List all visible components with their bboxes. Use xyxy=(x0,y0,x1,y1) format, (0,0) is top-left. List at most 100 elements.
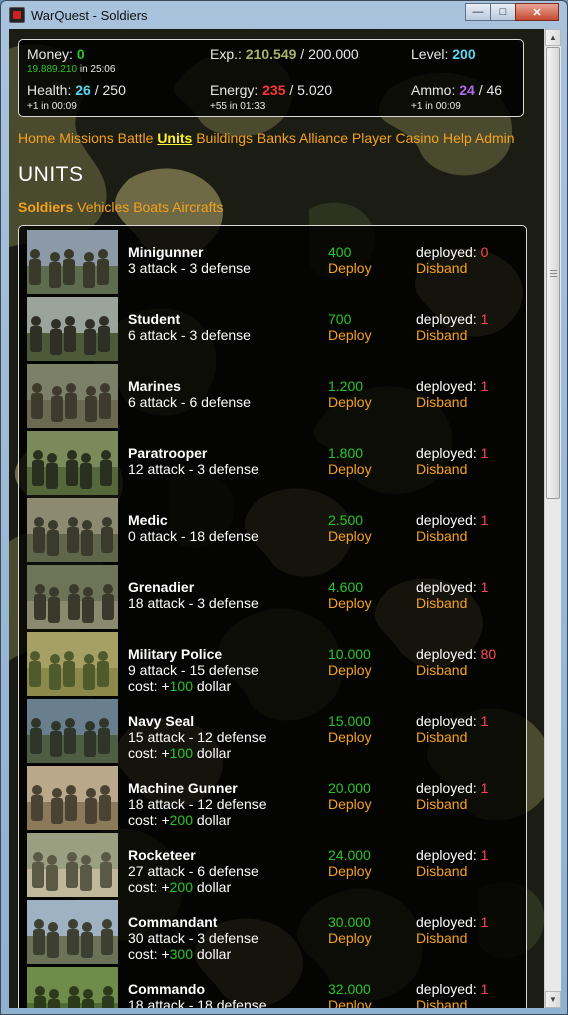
unit-price: 1.800 xyxy=(328,445,364,461)
nav-link-buildings[interactable]: Buildings xyxy=(196,130,253,146)
unit-name: Military Police xyxy=(128,646,223,662)
upkeep-amount: 300 xyxy=(169,946,193,962)
disband-button[interactable]: Disband xyxy=(416,260,467,276)
deployed-value: 1 xyxy=(480,981,489,997)
maximize-button[interactable]: □ xyxy=(490,3,516,21)
money-income-amount: 19.889.210 xyxy=(27,64,78,75)
deploy-button[interactable]: Deploy xyxy=(328,394,372,410)
nav-link-player[interactable]: Player xyxy=(352,130,392,146)
unit-stats: 0 attack - 18 defense xyxy=(128,528,259,544)
deployed-count: deployed: 1 xyxy=(416,780,489,796)
unit-stats: 18 attack - 18 defense xyxy=(128,997,267,1008)
tab-boats[interactable]: Boats xyxy=(133,199,169,215)
nav-link-battle[interactable]: Battle xyxy=(118,130,154,146)
upkeep-amount: 200 xyxy=(169,879,193,895)
deployed-value: 1 xyxy=(480,311,489,327)
deployed-count: deployed: 1 xyxy=(416,914,489,930)
exp-max: / 200.000 xyxy=(296,46,359,62)
disband-button[interactable]: Disband xyxy=(416,863,467,879)
deployed-count: deployed: 1 xyxy=(416,311,489,327)
close-button[interactable]: ✕ xyxy=(515,3,559,21)
deploy-button[interactable]: Deploy xyxy=(328,260,372,276)
nav-link-missions[interactable]: Missions xyxy=(59,130,113,146)
scroll-down-arrow-icon[interactable]: ▼ xyxy=(545,991,561,1008)
experience-stat: Exp.: 210.549 / 200.000 xyxy=(210,46,359,62)
unit-upkeep-cost: cost: +200 dollar xyxy=(128,879,232,895)
deploy-button[interactable]: Deploy xyxy=(328,528,372,544)
deploy-button[interactable]: Deploy xyxy=(328,595,372,611)
deploy-button[interactable]: Deploy xyxy=(328,796,372,812)
unit-price: 10.000 xyxy=(328,646,371,662)
unit-row: Commando 18 attack - 18 defense 32.000 Depl… xyxy=(19,967,526,1008)
disband-button[interactable]: Disband xyxy=(416,662,467,678)
nav-link-casino[interactable]: Casino xyxy=(395,130,439,146)
nav-link-home[interactable]: Home xyxy=(18,130,55,146)
deployed-count: deployed: 1 xyxy=(416,378,489,394)
vertical-scrollbar[interactable]: ▲ ▼ xyxy=(544,29,561,1008)
disband-button[interactable]: Disband xyxy=(416,327,467,343)
deploy-button[interactable]: Deploy xyxy=(328,997,372,1008)
main-navigation: Home Missions Battle Units Buildings Ban… xyxy=(18,130,515,146)
title-bar[interactable]: WarQuest - Soldiers — □ ✕ xyxy=(1,1,567,29)
app-icon xyxy=(9,7,25,23)
unit-row: Medic 0 attack - 18 defense 2.500 Deploy dep… xyxy=(19,498,526,565)
upkeep-amount: 200 xyxy=(169,812,193,828)
deployed-value: 1 xyxy=(480,378,489,394)
unit-price: 15.000 xyxy=(328,713,371,729)
unit-row: Grenadier 18 attack - 3 defense 4.600 Deplo… xyxy=(19,565,526,632)
health-max: / 250 xyxy=(90,82,126,98)
deploy-button[interactable]: Deploy xyxy=(328,930,372,946)
level-label: Level: xyxy=(411,46,449,62)
deploy-button[interactable]: Deploy xyxy=(328,662,372,678)
deploy-button[interactable]: Deploy xyxy=(328,729,372,745)
unit-price: 400 xyxy=(328,244,352,260)
upkeep-amount: 100 xyxy=(169,678,193,694)
deploy-button[interactable]: Deploy xyxy=(328,461,372,477)
unit-name: Machine Gunner xyxy=(128,780,238,796)
disband-button[interactable]: Disband xyxy=(416,461,467,477)
unit-upkeep-cost: cost: +300 dollar xyxy=(128,946,232,962)
deploy-button[interactable]: Deploy xyxy=(328,327,372,343)
unit-image xyxy=(27,632,118,696)
unit-price: 700 xyxy=(328,311,352,327)
nav-link-admin[interactable]: Admin xyxy=(475,130,515,146)
deployed-count: deployed: 80 xyxy=(416,646,497,662)
ammo-stat: Ammo: 24 / 46 xyxy=(411,82,502,98)
nav-link-banks[interactable]: Banks xyxy=(257,130,296,146)
energy-label: Energy: xyxy=(210,82,259,98)
deployed-value: 1 xyxy=(480,579,489,595)
exp-label: Exp.: xyxy=(210,46,242,62)
disband-button[interactable]: Disband xyxy=(416,595,467,611)
tab-soldiers[interactable]: Soldiers xyxy=(18,199,73,215)
deployed-value: 1 xyxy=(480,847,489,863)
deployed-count: deployed: 0 xyxy=(416,244,489,260)
deploy-button[interactable]: Deploy xyxy=(328,863,372,879)
unit-name: Marines xyxy=(128,378,181,394)
health-label: Health: xyxy=(27,82,72,98)
unit-price: 24.000 xyxy=(328,847,371,863)
unit-row: Marines 6 attack - 6 defense 1.200 Deploy de… xyxy=(19,364,526,431)
unit-row: Commandant 30 attack - 3 defense cost: +30… xyxy=(19,900,526,967)
unit-image xyxy=(27,967,118,1008)
scroll-thumb[interactable] xyxy=(546,47,560,499)
unit-row: Navy Seal 15 attack - 12 defense cost: +10… xyxy=(19,699,526,766)
nav-link-units[interactable]: Units xyxy=(157,130,192,146)
deployed-value: 80 xyxy=(480,646,497,662)
unit-price: 32.000 xyxy=(328,981,371,997)
minimize-button[interactable]: — xyxy=(465,3,491,21)
disband-button[interactable]: Disband xyxy=(416,997,467,1008)
deployed-count: deployed: 1 xyxy=(416,981,489,997)
disband-button[interactable]: Disband xyxy=(416,930,467,946)
nav-link-help[interactable]: Help xyxy=(443,130,472,146)
page-content: Money: 0 19.889.210 in 25:06 Exp.: 210.5… xyxy=(9,29,544,1008)
disband-button[interactable]: Disband xyxy=(416,729,467,745)
disband-button[interactable]: Disband xyxy=(416,796,467,812)
deployed-value: 0 xyxy=(480,244,489,260)
app-window: WarQuest - Soldiers — □ ✕ Money: 0 19.88… xyxy=(0,0,568,1015)
disband-button[interactable]: Disband xyxy=(416,528,467,544)
scroll-up-arrow-icon[interactable]: ▲ xyxy=(545,29,561,46)
disband-button[interactable]: Disband xyxy=(416,394,467,410)
tab-vehicles[interactable]: Vehicles xyxy=(77,199,129,215)
nav-link-alliance[interactable]: Alliance xyxy=(299,130,348,146)
tab-aircrafts[interactable]: Aircrafts xyxy=(172,199,223,215)
